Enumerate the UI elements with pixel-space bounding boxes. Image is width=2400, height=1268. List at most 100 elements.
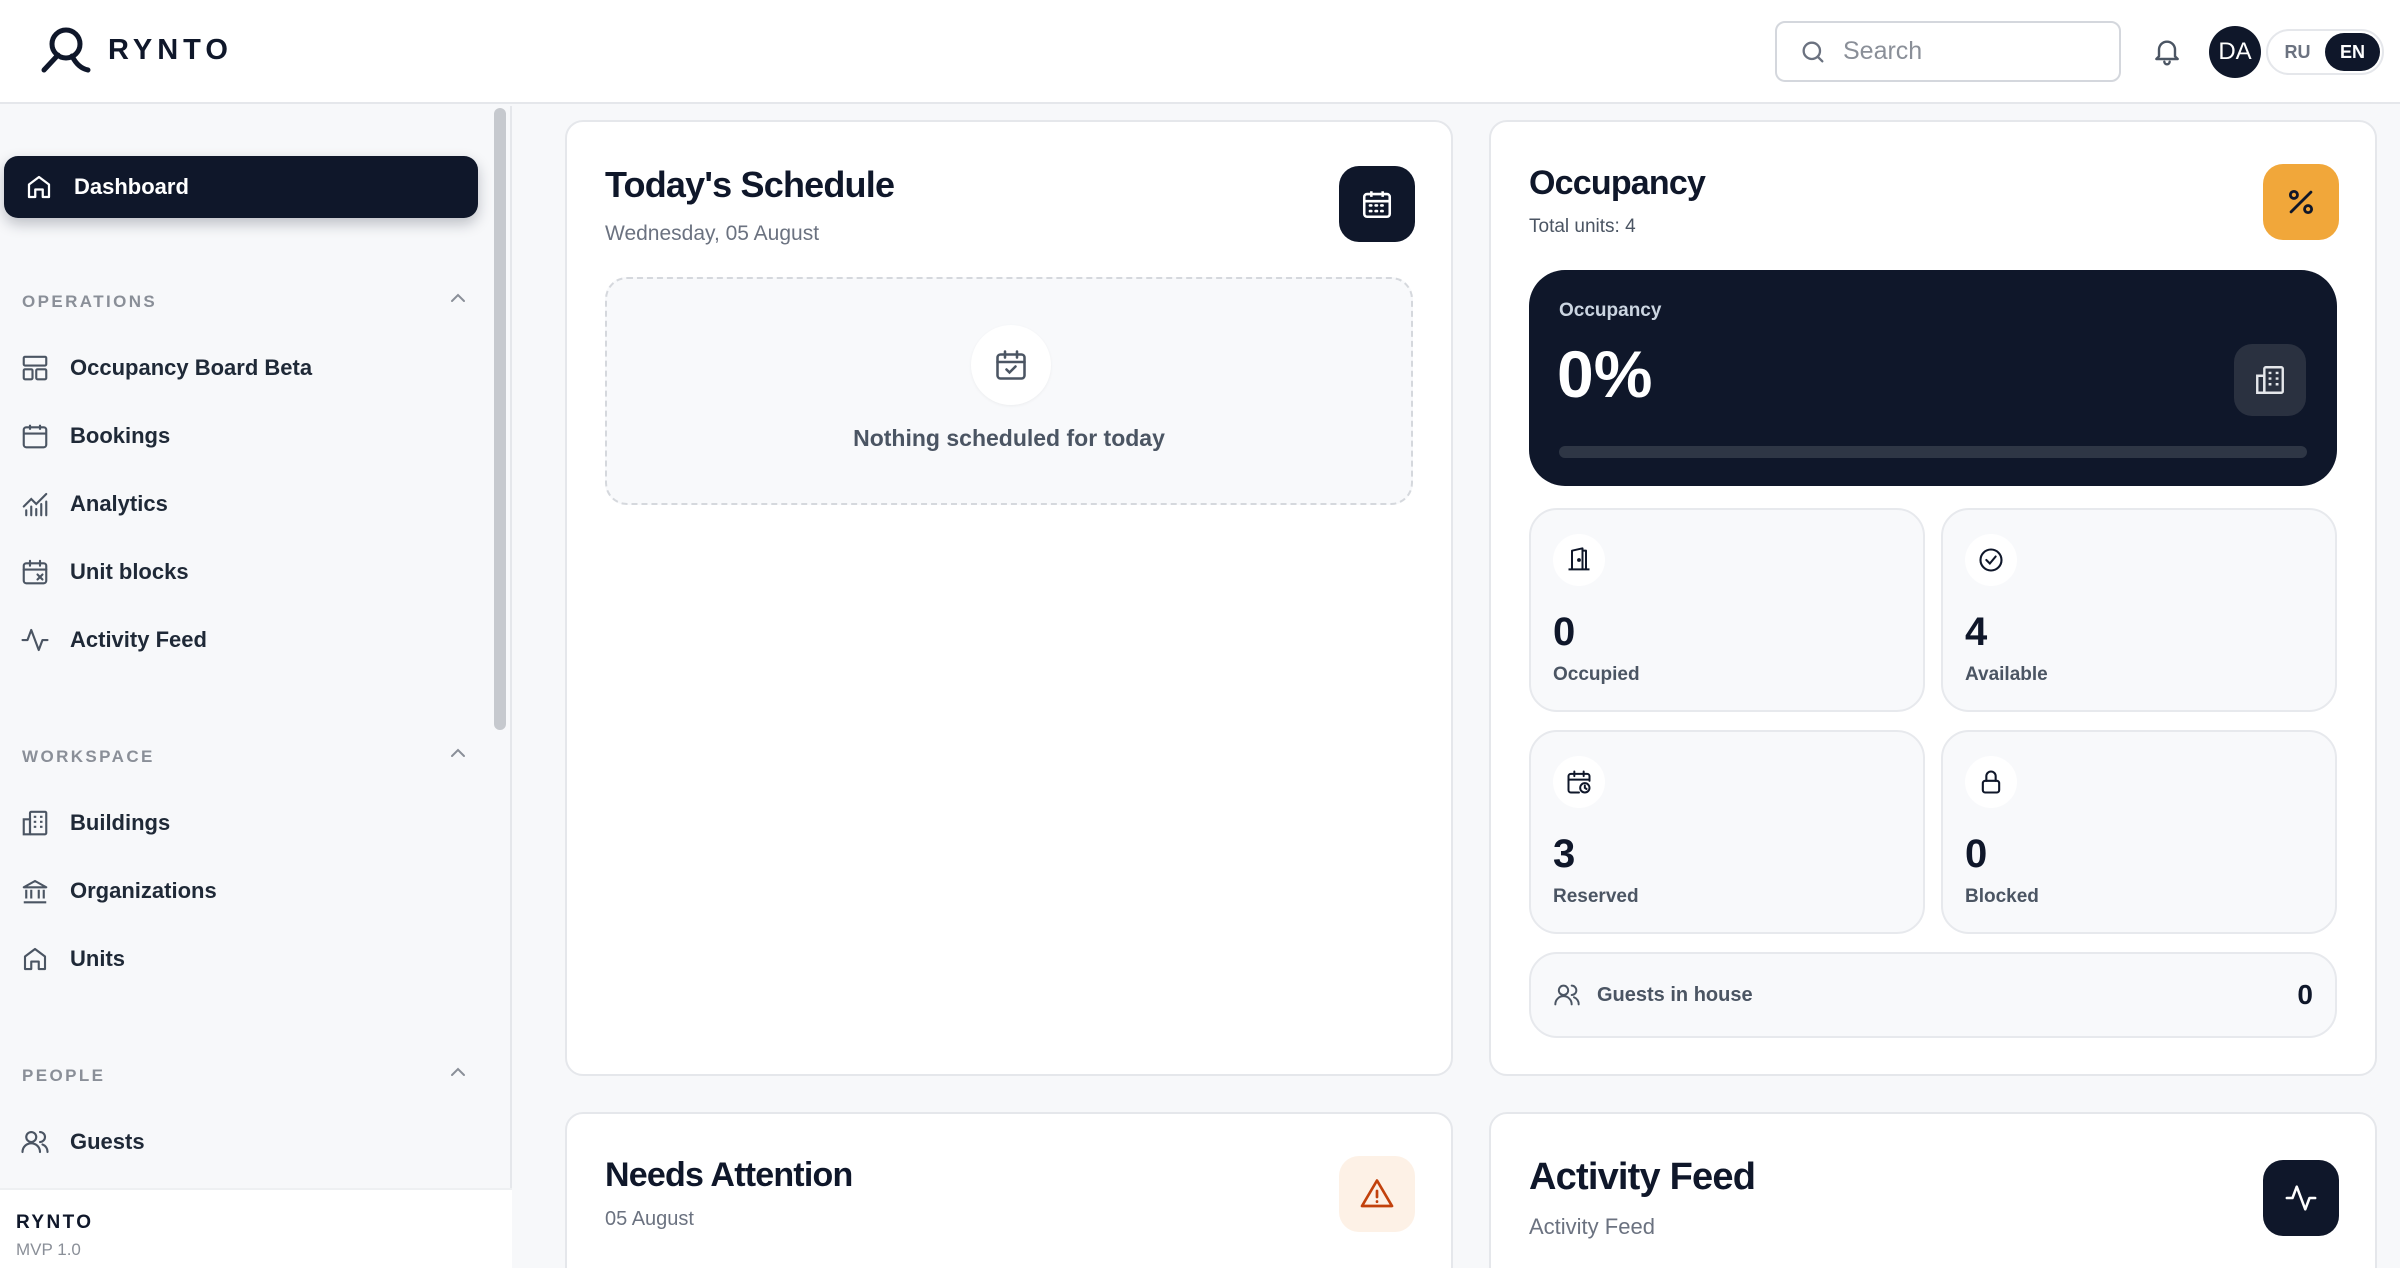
- activity-title: Activity Feed: [1529, 1156, 1756, 1198]
- language-switch[interactable]: RU EN: [2266, 29, 2384, 75]
- empty-schedule: Nothing scheduled for today: [605, 277, 1413, 505]
- guests-in-house-row: Guests in house 0: [1529, 952, 2337, 1038]
- building-icon: [2256, 366, 2284, 394]
- brand-logo[interactable]: RYNTO: [36, 24, 233, 76]
- attention-date: 05 August: [605, 1208, 694, 1230]
- section-title-workspace: WORKSPACE: [22, 747, 155, 766]
- occupancy-card: Occupancy Total units: 4 Occupancy 0% 0 …: [1489, 120, 2377, 1076]
- attention-alert-button[interactable]: [1339, 1156, 1415, 1232]
- stat-label: Blocked: [1965, 886, 2039, 907]
- top-bar: RYNTO DA RU EN: [0, 0, 2400, 104]
- home-icon: [27, 175, 51, 199]
- stat-icon-wrap: [1553, 534, 1605, 586]
- search-input[interactable]: [1843, 37, 2093, 66]
- check-circle-icon: [1979, 548, 2003, 572]
- sidebar-item-dashboard[interactable]: Dashboard: [4, 156, 478, 218]
- sidebar-scrollbar-thumb[interactable]: [494, 108, 506, 730]
- avatar[interactable]: DA: [2209, 26, 2261, 78]
- sidebar-item-label: Guests: [70, 1129, 145, 1154]
- chevron-up-icon[interactable]: [446, 741, 470, 765]
- sidebar-item-units[interactable]: Units: [20, 937, 125, 981]
- occupancy-percent-button[interactable]: [2263, 164, 2339, 240]
- lang-en-button[interactable]: EN: [2325, 33, 2380, 71]
- section-title-operations: OPERATIONS: [22, 292, 158, 311]
- building-icon-wrap: [2234, 344, 2306, 416]
- schedule-date: Wednesday, 05 August: [605, 222, 820, 245]
- activity-subtitle: Activity Feed: [1529, 1214, 1655, 1239]
- empty-schedule-text: Nothing scheduled for today: [853, 425, 1165, 451]
- search-box[interactable]: [1775, 21, 2121, 82]
- sidebar-item-label: Bookings: [70, 423, 171, 448]
- logo-icon: [41, 27, 91, 73]
- sidebar-footer: RYNTO MVP 1.0: [0, 1188, 512, 1268]
- notifications-button[interactable]: [2147, 31, 2187, 71]
- sidebar-item-analytics[interactable]: Analytics: [20, 482, 168, 526]
- empty-schedule-icon-wrap: [971, 325, 1051, 405]
- users-icon: [1554, 984, 1580, 1006]
- activity-button[interactable]: [2263, 1160, 2339, 1236]
- door-icon: [1568, 547, 1590, 571]
- attention-title: Needs Attention: [605, 1156, 853, 1194]
- stat-value: 0: [1553, 610, 1576, 654]
- activity-icon: [2285, 1185, 2317, 1211]
- occupancy-rate-label: Occupancy: [1559, 300, 1662, 321]
- sidebar-item-occupancy-board[interactable]: Occupancy Board Beta: [20, 346, 312, 390]
- sidebar-item-activity-feed[interactable]: Activity Feed: [20, 618, 207, 662]
- chevron-up-icon[interactable]: [446, 286, 470, 310]
- schedule-card: Today's Schedule Wednesday, 05 August No…: [565, 120, 1453, 1076]
- sidebar-item-label: Analytics: [70, 491, 168, 516]
- stat-available: 4 Available: [1941, 508, 2337, 712]
- stat-reserved: 3 Reserved: [1529, 730, 1925, 934]
- stat-value: 3: [1553, 832, 1576, 876]
- stat-occupied: 0 Occupied: [1529, 508, 1925, 712]
- sidebar-item-guests[interactable]: Guests: [20, 1120, 145, 1164]
- alert-triangle-icon: [1360, 1179, 1394, 1208]
- sidebar-item-bookings[interactable]: Bookings: [20, 414, 170, 458]
- institution-icon: [22, 879, 48, 904]
- guests-value: 0: [2297, 979, 2313, 1010]
- percent-icon: [2288, 189, 2314, 215]
- footer-brand: RYNTO: [16, 1212, 94, 1233]
- section-title-people: PEOPLE: [22, 1066, 106, 1085]
- lang-ru-button[interactable]: RU: [2270, 33, 2325, 71]
- sidebar-item-label: Organizations: [70, 878, 217, 903]
- stat-label: Reserved: [1553, 886, 1639, 907]
- activity-icon: [21, 628, 49, 652]
- calendar-icon: [1362, 191, 1392, 219]
- calendar-button[interactable]: [1339, 166, 1415, 242]
- users-icon: [21, 1130, 49, 1154]
- stat-label: Occupied: [1553, 664, 1640, 685]
- sidebar-item-label: Buildings: [70, 810, 171, 835]
- stat-label: Available: [1965, 664, 2048, 685]
- occupancy-rate-value: 0%: [1557, 337, 1653, 411]
- stat-icon-wrap: [1965, 534, 2017, 586]
- building-icon: [22, 810, 48, 836]
- attention-card: Needs Attention 05 August: [565, 1112, 1453, 1268]
- brand-name: RYNTO: [108, 33, 233, 66]
- occupancy-total-units: Total units: 4: [1529, 216, 1636, 237]
- sidebar: Dashboard OPERATIONS Occupancy Board Bet…: [0, 106, 512, 1268]
- sidebar-item-label: Activity Feed: [70, 627, 207, 652]
- chevron-up-icon[interactable]: [446, 1060, 470, 1084]
- sidebar-item-buildings[interactable]: Buildings: [20, 801, 170, 845]
- lock-icon: [1981, 770, 2001, 794]
- stat-icon-wrap: [1553, 756, 1605, 808]
- guests-label: Guests in house: [1597, 983, 1753, 1006]
- calendar-x-icon: [22, 559, 48, 585]
- home-icon: [23, 947, 47, 971]
- activity-card: Activity Feed Activity Feed: [1489, 1112, 2377, 1268]
- sidebar-item-organizations[interactable]: Organizations: [20, 869, 217, 913]
- sidebar-item-label: Unit blocks: [70, 559, 189, 584]
- bell-icon: [2155, 40, 2179, 66]
- footer-version: MVP 1.0: [16, 1240, 81, 1259]
- sidebar-item-unit-blocks[interactable]: Unit blocks: [20, 550, 189, 594]
- sidebar-item-label: Dashboard: [74, 174, 189, 199]
- stat-icon-wrap: [1965, 756, 2017, 808]
- schedule-title: Today's Schedule: [605, 164, 895, 205]
- layout-grid-icon: [22, 355, 48, 381]
- calendar-icon: [22, 424, 48, 449]
- stat-value: 0: [1965, 832, 1988, 876]
- search-icon: [1802, 41, 1824, 62]
- calendar-clock-icon: [1567, 770, 1591, 794]
- stat-value: 4: [1965, 610, 1988, 654]
